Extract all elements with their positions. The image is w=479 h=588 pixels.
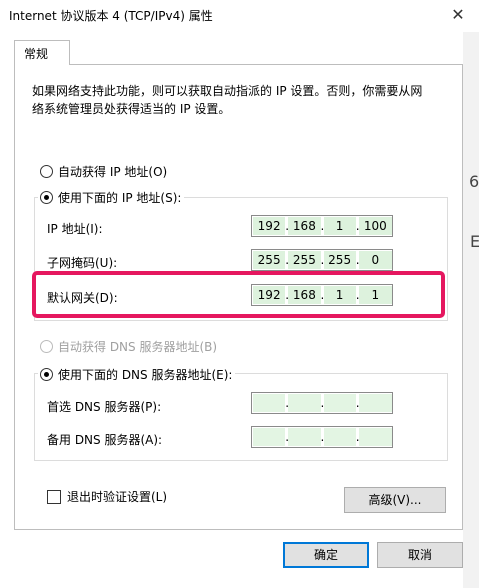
radio-icon: [40, 165, 53, 178]
radio-selected-icon: [40, 368, 53, 381]
dns-octet[interactable]: [288, 394, 321, 412]
dns-octet[interactable]: [323, 394, 356, 412]
dns-octet[interactable]: [253, 428, 286, 446]
validate-on-exit-checkbox[interactable]: 退出时验证设置(L): [47, 488, 168, 505]
manual-dns-radio[interactable]: 使用下面的 DNS 服务器地址(E):: [38, 366, 236, 383]
ip-octet[interactable]: 168: [288, 217, 321, 235]
ip-address-label: IP 地址(I):: [47, 222, 103, 236]
manual-dns-label: 使用下面的 DNS 服务器地址(E):: [58, 368, 233, 382]
mask-octet[interactable]: 0: [358, 251, 392, 269]
ok-button[interactable]: 确定: [283, 542, 369, 568]
manual-ip-radio[interactable]: 使用下面的 IP 地址(S):: [38, 189, 185, 206]
subnet-mask-input[interactable]: 255. 255. 255. 0: [251, 249, 393, 271]
mask-octet[interactable]: 255: [288, 251, 321, 269]
subnet-mask-label: 子网掩码(U):: [47, 256, 118, 270]
auto-dns-radio: 自动获得 DNS 服务器地址(B): [40, 338, 218, 355]
background-text-fragment: E: [470, 232, 479, 251]
mask-octet[interactable]: 255: [323, 251, 356, 269]
ip-address-input[interactable]: 192. 168. 1. 100: [251, 215, 393, 237]
radio-selected-icon: [40, 191, 53, 204]
checkbox-icon: [47, 489, 61, 504]
description-line: 络系统管理员处获得适当的 IP 设置。: [32, 102, 231, 116]
dns-octet[interactable]: [323, 428, 356, 446]
preferred-dns-label: 首选 DNS 服务器(P):: [47, 400, 162, 414]
mask-octet[interactable]: 255: [253, 251, 286, 269]
dns-octet[interactable]: [358, 428, 392, 446]
auto-ip-label: 自动获得 IP 地址(O): [58, 165, 168, 179]
ip-octet[interactable]: 100: [358, 217, 392, 235]
tab-label: 常规: [24, 47, 49, 61]
auto-ip-radio[interactable]: 自动获得 IP 地址(O): [40, 163, 168, 180]
close-button[interactable]: ✕: [447, 3, 469, 27]
gateway-highlight-box: [32, 271, 445, 318]
alternate-dns-input[interactable]: . . .: [251, 426, 393, 448]
cancel-button[interactable]: 取消: [377, 542, 463, 568]
radio-icon: [40, 340, 53, 353]
background-text-fragment: 6: [469, 172, 479, 191]
advanced-button[interactable]: 高级(V)...: [344, 487, 446, 513]
dns-octet[interactable]: [253, 394, 286, 412]
window-title: Internet 协议版本 4 (TCP/IPv4) 属性: [9, 9, 213, 23]
ip-octet[interactable]: 1: [323, 217, 356, 235]
background-window: [463, 32, 479, 588]
dns-octet[interactable]: [358, 394, 392, 412]
tab-general[interactable]: 常规: [14, 40, 70, 65]
manual-ip-label: 使用下面的 IP 地址(S):: [58, 191, 182, 205]
preferred-dns-input[interactable]: . . .: [251, 392, 393, 414]
validate-on-exit-label: 退出时验证设置(L): [67, 490, 168, 504]
alternate-dns-label: 备用 DNS 服务器(A):: [47, 433, 163, 447]
auto-dns-label: 自动获得 DNS 服务器地址(B): [58, 340, 218, 354]
description-line: 如果网络支持此功能，则可以获取自动指派的 IP 设置。否则，你需要从网: [32, 84, 423, 98]
ip-octet[interactable]: 192: [253, 217, 286, 235]
close-icon: ✕: [451, 5, 465, 24]
dns-octet[interactable]: [288, 428, 321, 446]
